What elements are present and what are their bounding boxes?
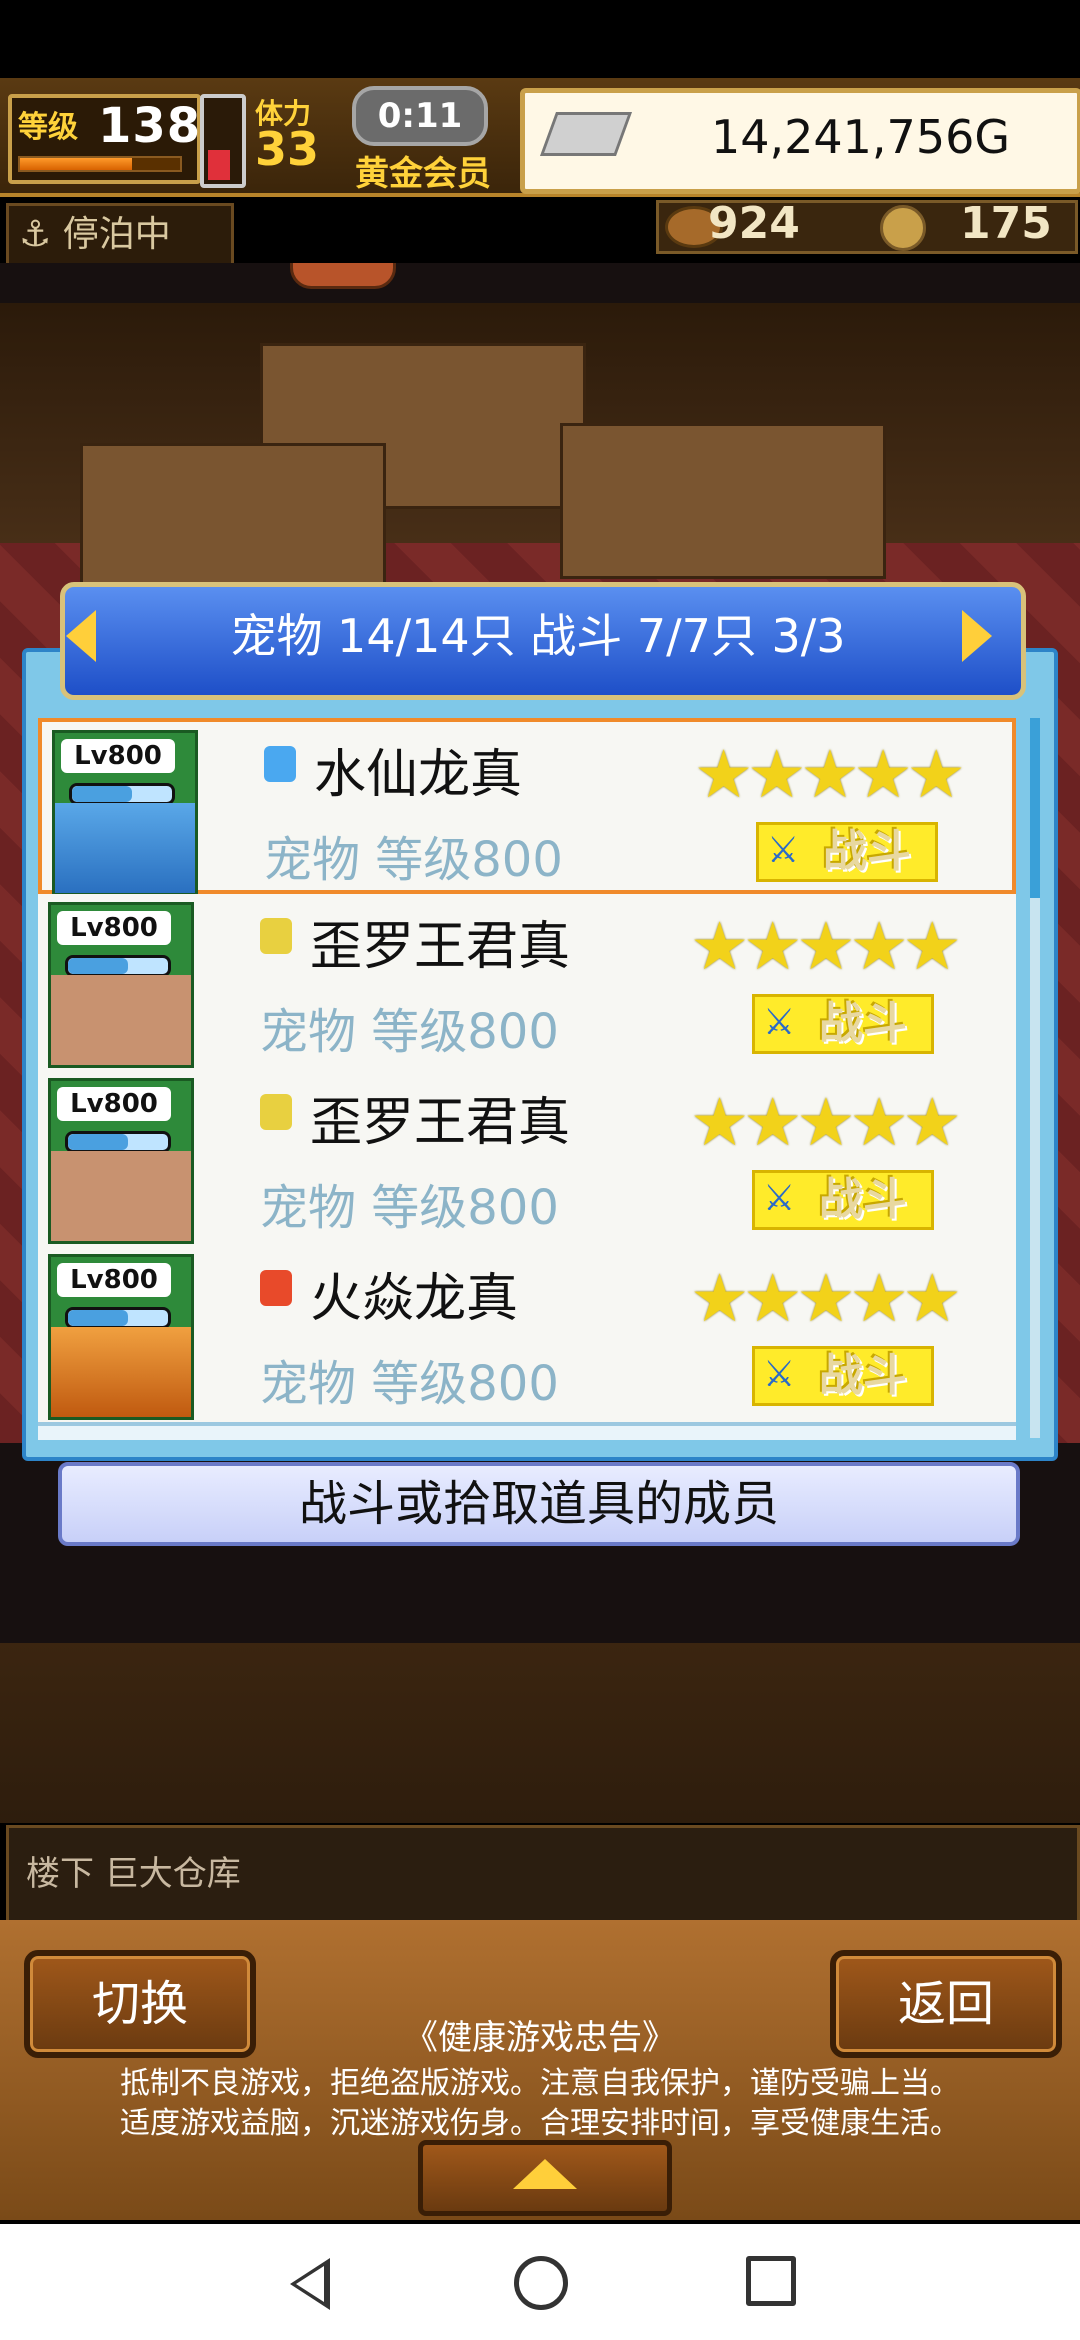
- pet-row[interactable]: Lv800 歪罗王君真 宠物 等级800 ★★★★★ ⚔ 战斗: [38, 1070, 1016, 1250]
- pet-level-badge: Lv800: [57, 911, 171, 945]
- pet-hp-bar: [65, 1307, 171, 1329]
- panel-title: 宠物 14/14只 战斗 7/7只 3/3: [230, 609, 846, 663]
- up-arrow-icon: [513, 2159, 577, 2189]
- fight-label: 战斗: [819, 998, 907, 1049]
- hp-gauge: [200, 94, 246, 188]
- pet-portrait: Lv800: [52, 730, 198, 896]
- fight-badge[interactable]: ⚔ 战斗: [752, 1170, 934, 1230]
- recents-nav-icon[interactable]: [746, 2256, 796, 2306]
- next-page-arrow-icon[interactable]: [962, 610, 992, 662]
- pet-row[interactable]: Lv800 火焱龙真 宠物 等级800 ★★★★★ ⚔ 战斗: [38, 1246, 1016, 1426]
- pet-portrait: Lv800: [48, 1254, 194, 1420]
- pet-hp-bar: [69, 783, 175, 805]
- docked-status: ⚓ 停泊中: [6, 203, 234, 267]
- prev-page-arrow-icon[interactable]: [66, 610, 96, 662]
- pet-subtitle: 宠物 等级800: [264, 832, 563, 888]
- health-notice-line1: 抵制不良游戏，拒绝盗版游戏。注意自我保护，谨防受骗上当。: [120, 2066, 960, 2101]
- fight-badge[interactable]: ⚔ 战斗: [752, 1346, 934, 1406]
- golem-art: [51, 1151, 191, 1241]
- dragon-statue-icon: [290, 263, 396, 289]
- pet-portrait: Lv800: [48, 902, 194, 1068]
- pet-name: 歪罗王君真: [310, 1093, 571, 1153]
- pet-level-badge: Lv800: [57, 1263, 171, 1297]
- back-nav-icon[interactable]: [290, 2258, 330, 2310]
- coin-count: 175: [960, 198, 1052, 249]
- floor-edge: [0, 1643, 1080, 1823]
- star-rating: ★★★★★: [690, 1084, 962, 1161]
- pet-name: 水仙龙真: [314, 745, 523, 805]
- pet-level-badge: Lv800: [61, 739, 175, 773]
- star-rating: ★★★★★: [690, 908, 962, 985]
- timer: 0:11: [352, 86, 488, 146]
- pet-row[interactable]: Lv800 水仙龙真 宠物 等级800 ★★★★★ ⚔ 战斗: [38, 718, 1016, 896]
- docked-status-label: 停泊中: [62, 214, 171, 255]
- fight-label: 战斗: [819, 1174, 907, 1225]
- thunder-element-icon: [260, 1094, 292, 1130]
- fight-label: 战斗: [823, 826, 911, 877]
- sword-icon: ⚔: [767, 830, 800, 871]
- panel-caption: 战斗或拾取道具的成员: [58, 1462, 1020, 1546]
- pet-subtitle: 宠物 等级800: [260, 1004, 559, 1060]
- pet-subtitle: 宠物 等级800: [260, 1356, 559, 1412]
- pet-name: 火焱龙真: [310, 1269, 519, 1329]
- level-label: 等级: [18, 110, 78, 145]
- silver-bar-icon: [539, 112, 633, 156]
- water-dragon-art: [55, 803, 195, 893]
- sword-icon: ⚔: [763, 1354, 796, 1395]
- status-bar: [0, 0, 1080, 78]
- fire-element-icon: [260, 1270, 292, 1306]
- stamina-value: 33: [255, 122, 320, 176]
- thunder-element-icon: [260, 918, 292, 954]
- fight-label: 战斗: [819, 1350, 907, 1401]
- fight-badge[interactable]: ⚔ 战斗: [756, 822, 938, 882]
- expand-button[interactable]: [418, 2140, 672, 2216]
- list-scrollbar[interactable]: [1030, 718, 1040, 1438]
- star-rating: ★★★★★: [694, 736, 966, 813]
- storage-shelf: [80, 443, 386, 589]
- health-notice-title: 《健康游戏忠告》: [404, 2018, 676, 2058]
- pet-row[interactable]: Lv800 歪罗王君真 宠物 等级800 ★★★★★ ⚔ 战斗: [38, 894, 1016, 1074]
- pet-hp-bar: [65, 955, 171, 977]
- gold-value: 14,241,756G: [710, 110, 1010, 164]
- star-rating: ★★★★★: [690, 1260, 962, 1337]
- fight-badge[interactable]: ⚔ 战斗: [752, 994, 934, 1054]
- coin-icon: [880, 205, 926, 251]
- meat-count: 924: [708, 198, 800, 249]
- health-notice-line2: 适度游戏益脑，沉迷游戏伤身。合理安排时间，享受健康生活。: [120, 2106, 960, 2141]
- storage-shelf: [560, 423, 886, 579]
- pet-hp-bar: [65, 1131, 171, 1153]
- location-label: 楼下 巨大仓库: [26, 1854, 241, 1894]
- water-element-icon: [264, 746, 296, 782]
- exp-bar: [18, 156, 182, 172]
- pet-portrait: Lv800: [48, 1078, 194, 1244]
- golem-art: [51, 975, 191, 1065]
- home-nav-icon[interactable]: [514, 2256, 568, 2310]
- pet-name: 歪罗王君真: [310, 917, 571, 977]
- sword-icon: ⚔: [763, 1002, 796, 1043]
- pet-subtitle: 宠物 等级800: [260, 1180, 559, 1236]
- level-value: 138: [98, 98, 202, 154]
- fire-dragon-art: [51, 1327, 191, 1417]
- pet-level-badge: Lv800: [57, 1087, 171, 1121]
- membership-badge: 黄金会员: [355, 154, 491, 194]
- pet-list: Lv800 水仙龙真 宠物 等级800 ★★★★★ ⚔ 战斗 Lv800 歪罗王…: [38, 718, 1016, 1440]
- sword-icon: ⚔: [763, 1178, 796, 1219]
